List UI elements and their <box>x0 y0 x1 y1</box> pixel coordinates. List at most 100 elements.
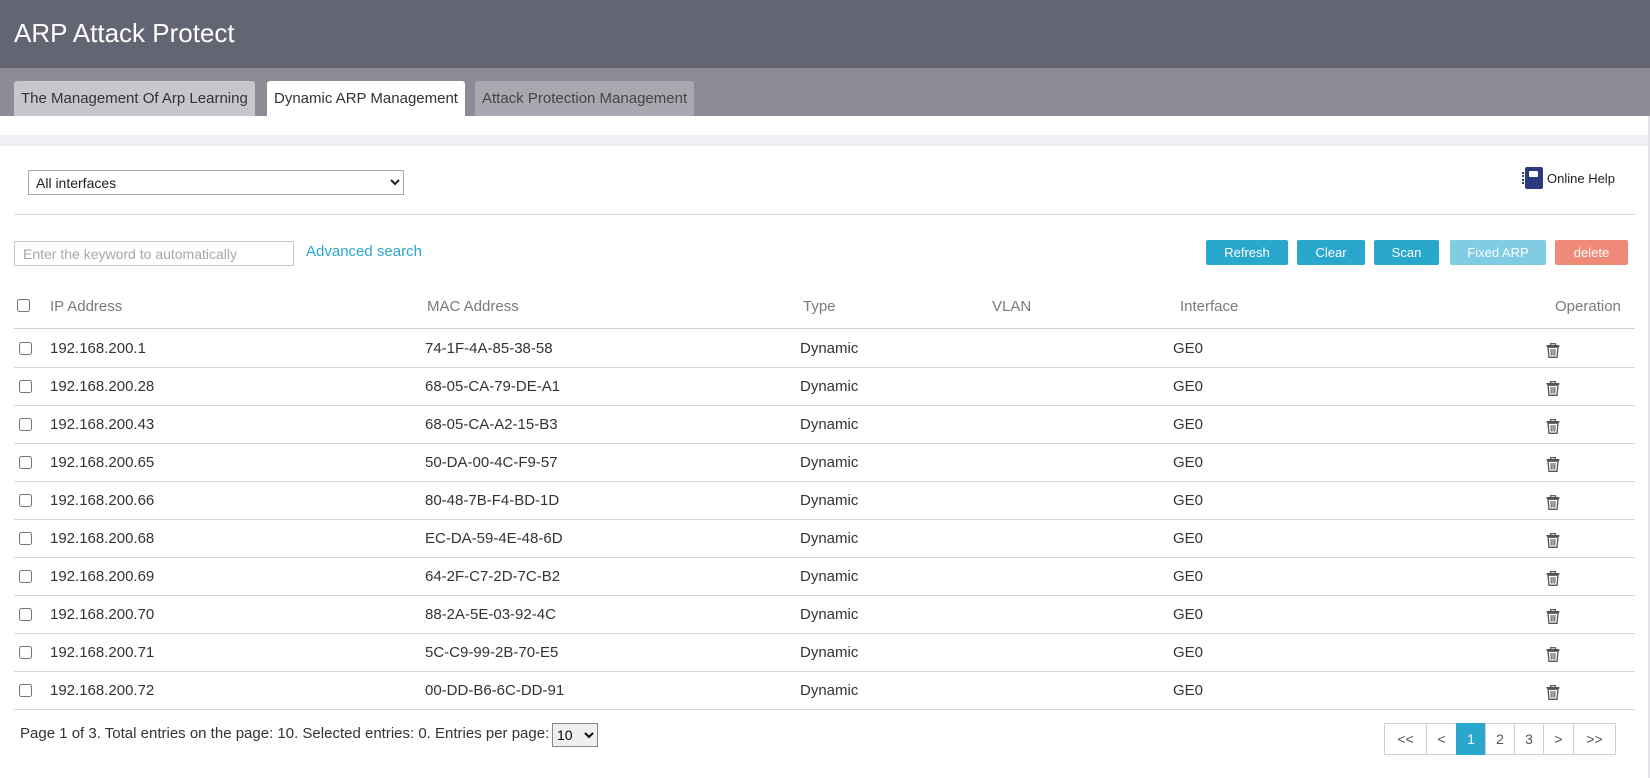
page-title: ARP Attack Protect <box>14 18 235 48</box>
cell-mac: 88-2A-5E-03-92-4C <box>425 606 556 623</box>
cell-interface: GE0 <box>1173 492 1204 509</box>
cell-type: Dynamic <box>800 530 859 547</box>
tab-arp-learning[interactable]: The Management Of Arp Learning <box>14 81 255 116</box>
tab-bar: The Management Of Arp Learning Dynamic A… <box>0 68 1650 116</box>
row-checkbox[interactable] <box>19 608 32 621</box>
app-header: ARP Attack Protect <box>0 0 1650 68</box>
cell-type: Dynamic <box>800 492 859 509</box>
cell-ip: 192.168.200.1 <box>50 340 146 357</box>
table-row: 192.168.200.43 68-05-CA-A2-15-B3 Dynamic GE… <box>14 406 1635 444</box>
cell-mac: 64-2F-C7-2D-7C-B2 <box>425 568 561 585</box>
table-row: 192.168.200.68 EC-DA-59-4E-48-6D Dynamic GE… <box>14 520 1635 558</box>
header-operation: Operation <box>1555 298 1621 315</box>
row-checkbox[interactable] <box>19 456 32 469</box>
content-top-strip <box>0 135 1650 146</box>
fixed-arp-button[interactable]: Fixed ARP <box>1450 240 1546 265</box>
pagination-summary: Page 1 of 3. Total entries on the page: … <box>20 725 550 742</box>
table-row: 192.168.200.28 68-05-CA-79-DE-A1 Dynamic GE… <box>14 368 1635 406</box>
cell-ip: 192.168.200.65 <box>50 454 155 471</box>
row-checkbox[interactable] <box>19 684 32 697</box>
trash-icon[interactable] <box>1546 381 1560 396</box>
cell-ip: 192.168.200.68 <box>50 530 155 547</box>
table-row: 192.168.200.69 64-2F-C7-2D-7C-B2 Dynamic GE… <box>14 558 1635 596</box>
refresh-button[interactable]: Refresh <box>1206 240 1288 265</box>
pager-page-2-button[interactable]: 2 <box>1485 723 1515 755</box>
table-row: 192.168.200.1 74-1F-4A-85-38-58 Dynamic GE0 <box>14 330 1635 368</box>
trash-icon[interactable] <box>1546 419 1560 434</box>
cell-ip: 192.168.200.66 <box>50 492 155 509</box>
trash-icon[interactable] <box>1546 343 1560 358</box>
pager-first-button[interactable]: << <box>1384 723 1427 755</box>
tab-attack-protection[interactable]: Attack Protection Management <box>475 81 695 116</box>
cell-type: Dynamic <box>800 454 859 471</box>
cell-mac: EC-DA-59-4E-48-6D <box>425 530 563 547</box>
cell-mac: 74-1F-4A-85-38-58 <box>425 340 553 357</box>
online-help-link[interactable]: Online Help <box>1522 167 1615 189</box>
row-checkbox[interactable] <box>19 418 32 431</box>
header-vlan: VLAN <box>992 298 1032 315</box>
cell-interface: GE0 <box>1173 416 1204 433</box>
help-book-icon <box>1522 167 1543 189</box>
pager-page-3-button[interactable]: 3 <box>1514 723 1544 755</box>
table-row: 192.168.200.71 5C-C9-99-2B-70-E5 Dynamic GE… <box>14 634 1635 672</box>
online-help-label: Online Help <box>1547 170 1615 186</box>
cell-type: Dynamic <box>800 644 859 661</box>
trash-icon[interactable] <box>1546 571 1560 586</box>
tab-dynamic-arp[interactable]: Dynamic ARP Management <box>267 81 465 116</box>
cell-ip: 192.168.200.72 <box>50 682 155 699</box>
cell-interface: GE0 <box>1173 644 1204 661</box>
scan-button[interactable]: Scan <box>1374 240 1439 265</box>
trash-icon[interactable] <box>1546 495 1560 510</box>
cell-interface: GE0 <box>1173 340 1204 357</box>
header-interface: Interface <box>1180 298 1239 315</box>
pager-next-button[interactable]: > <box>1543 723 1574 755</box>
cell-mac: 50-DA-00-4C-F9-57 <box>425 454 558 471</box>
cell-interface: GE0 <box>1173 606 1204 623</box>
cell-mac: 68-05-CA-A2-15-B3 <box>425 416 558 433</box>
header-mac: MAC Address <box>427 298 519 315</box>
header-ip: IP Address <box>50 298 123 315</box>
pagination: << <1 2 3 > >> <box>1384 723 1616 755</box>
cell-interface: GE0 <box>1173 378 1204 395</box>
trash-icon[interactable] <box>1546 685 1560 700</box>
cell-type: Dynamic <box>800 682 859 699</box>
trash-icon[interactable] <box>1546 533 1560 548</box>
table-row: 192.168.200.70 88-2A-5E-03-92-4C Dynamic GE… <box>14 596 1635 634</box>
section-divider <box>14 214 1635 215</box>
trash-icon[interactable] <box>1546 457 1560 472</box>
clear-button[interactable]: Clear <box>1297 240 1365 265</box>
pager-last-button[interactable]: >> <box>1573 723 1616 755</box>
cell-type: Dynamic <box>800 378 859 395</box>
row-checkbox[interactable] <box>19 380 32 393</box>
cell-ip: 192.168.200.70 <box>50 606 155 623</box>
interface-select[interactable]: All interfaces <box>28 170 404 195</box>
table-row: 192.168.200.65 50-DA-00-4C-F9-57 Dynamic GE… <box>14 444 1635 482</box>
row-checkbox[interactable] <box>19 494 32 507</box>
row-checkbox[interactable] <box>19 570 32 583</box>
header-type: Type <box>803 298 836 315</box>
cell-ip: 192.168.200.71 <box>50 644 155 661</box>
search-input[interactable] <box>14 241 294 266</box>
cell-mac: 80-48-7B-F4-BD-1D <box>425 492 560 509</box>
select-all-checkbox[interactable] <box>17 299 30 312</box>
cell-interface: GE0 <box>1173 530 1204 547</box>
row-checkbox[interactable] <box>19 532 32 545</box>
cell-mac: 00-DD-B6-6C-DD-91 <box>425 682 565 699</box>
row-checkbox[interactable] <box>19 342 32 355</box>
row-checkbox[interactable] <box>19 646 32 659</box>
advanced-search-link[interactable]: Advanced search <box>306 243 422 260</box>
cell-ip: 192.168.200.69 <box>50 568 155 585</box>
trash-icon[interactable] <box>1546 609 1560 624</box>
cell-type: Dynamic <box>800 568 859 585</box>
delete-button[interactable]: delete <box>1555 240 1628 265</box>
table-row: 192.168.200.66 80-48-7B-F4-BD-1D Dynamic GE… <box>14 482 1635 520</box>
table-row: 192.168.200.72 00-DD-B6-6C-DD-91 Dynamic GE… <box>14 672 1635 710</box>
cell-ip: 192.168.200.43 <box>50 416 155 433</box>
pager-prev-button[interactable]: < <box>1426 723 1457 755</box>
cell-interface: GE0 <box>1173 454 1204 471</box>
cell-type: Dynamic <box>800 416 859 433</box>
trash-icon[interactable] <box>1546 647 1560 662</box>
pager-page-1-button[interactable]: 1 <box>1456 723 1486 755</box>
entries-per-page-select[interactable]: 10 <box>552 723 598 747</box>
cell-interface: GE0 <box>1173 682 1204 699</box>
